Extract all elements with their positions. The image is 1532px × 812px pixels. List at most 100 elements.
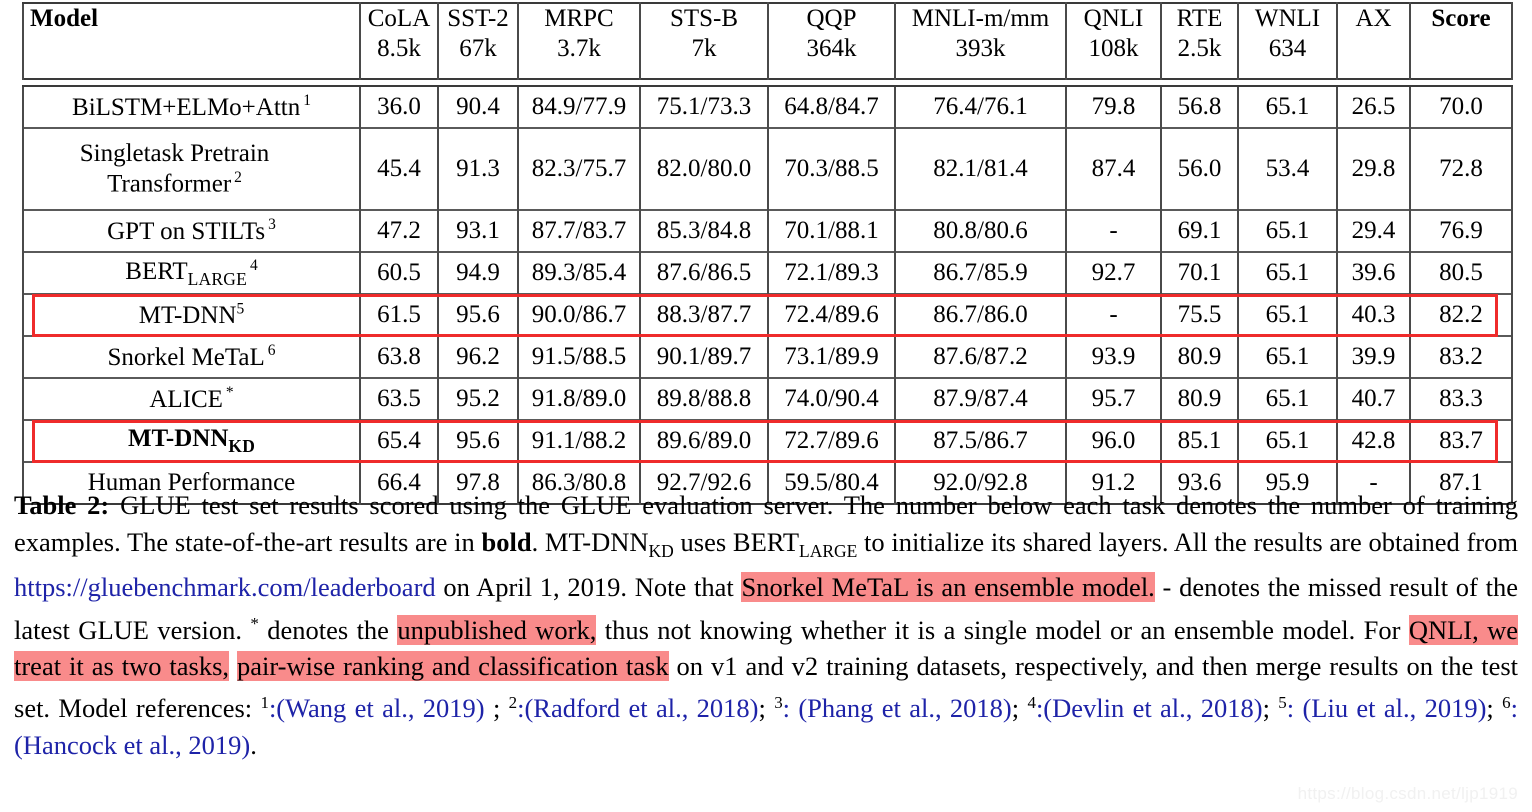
cell-qqp: 70.3/88.5 [767,129,896,210]
cell-ax: 26.5 [1336,86,1411,128]
column-header-size: 7k [691,35,717,62]
cell-ax: 42.8 [1336,421,1411,462]
cell-score: 72.8 [1409,129,1513,210]
column-header-mrpc: MRPC 3.7k [517,2,641,79]
cell-score: 82.2 [1409,295,1513,336]
column-header-ax: AX [1336,2,1411,79]
column-header-score: Score [1409,2,1513,79]
column-header-name: AX [1355,5,1392,32]
caption-text-7: denotes the [258,614,398,645]
glue-results-table: Model CoLA 8.5k SST-2 67k MRPC 3.7k STS-B 7k QQP 3… [22,2,1513,506]
caption-highlight-unpublished: unpublished work, [397,614,597,645]
caption-sep3: ; [1011,693,1028,724]
column-header-size: 393k [955,35,1006,62]
table-rule [23,78,1512,87]
cell-mnli-m-mm: 80.8/80.6 [894,211,1067,252]
column-header-size: 364k [806,35,857,62]
column-header-name: Model [30,5,99,32]
cell-sts-b: 89.6/89.0 [639,421,769,462]
caption-highlight-pairwise: pair-wise ranking and classification tas… [237,651,669,682]
table-row: GPT on STILTs 3 47.2 93.1 87.7/83.7 85.3/84.8… [22,211,1513,252]
cell-score: 83.2 [1409,337,1513,378]
cell-sts-b: 87.6/86.5 [639,253,769,294]
column-header-sts-b: STS-B 7k [639,2,769,79]
model-name-cell: Singletask Pretrain Transformer 2 [22,129,361,210]
table-rule-cell [23,78,1512,87]
cell-qqp: 72.4/89.6 [767,295,896,336]
cell-sst-2: 95.6 [437,295,519,336]
column-header-name: Score [1431,5,1491,32]
model-name-cell: ALICE * [22,379,361,420]
cell-score: 70.0 [1409,86,1513,128]
table-row: BERTLARGE4 60.5 94.9 89.3/85.4 87.6/86.5 72.1… [22,253,1513,294]
cell-qnli: 95.7 [1065,379,1162,420]
caption-star-marker: * [250,613,259,633]
gluebenchmark-link[interactable]: https://gluebenchmark.com/leaderboard [14,572,436,602]
model-name-cell: BERTLARGE4 [22,253,361,294]
cell-cola: 61.5 [359,295,439,336]
cell-sts-b: 90.1/89.7 [639,337,769,378]
cell-cola: 65.4 [359,421,439,462]
column-header-name: MNLI-m/mm [911,5,1050,32]
caption-ref5[interactable]: : (Liu et al., 2019) [1287,693,1487,723]
caption-text-5: on April 1, 2019. Note that [435,572,742,603]
cell-sst-2: 90.4 [437,86,519,128]
cell-ax: 40.7 [1336,379,1411,420]
cell-cola: 60.5 [359,253,439,294]
caption-text-3: uses BERT [673,526,800,557]
model-name: ALICE * [149,384,234,413]
cell-ax: 40.3 [1336,295,1411,336]
column-header-cola: CoLA 8.5k [359,2,439,79]
cell-mrpc: 89.3/85.4 [517,253,641,294]
cell-wnli: 65.1 [1237,421,1338,462]
table-row: Snorkel MeTaL 6 63.8 96.2 91.5/88.5 90.1/89.7… [22,337,1513,378]
header-row: Model CoLA 8.5k SST-2 67k MRPC 3.7k STS-B 7k QQP 3… [22,2,1513,79]
cell-mrpc: 91.1/88.2 [517,421,641,462]
column-header-name: QNLI [1083,5,1144,32]
cell-mrpc: 84.9/77.9 [517,86,641,128]
cell-ax: 29.4 [1336,211,1411,252]
column-header-name: RTE [1176,5,1223,32]
cell-mnli-m-mm: 86.7/86.0 [894,295,1067,336]
cell-qqp: 74.0/90.4 [767,379,896,420]
caption-label: Table 2: [14,490,110,520]
column-header-qnli: QNLI 108k [1065,2,1162,79]
column-header-size: 634 [1268,35,1307,62]
cell-sst-2: 95.6 [437,421,519,462]
caption-sub-large: LARGE [799,540,858,561]
cell-mnli-m-mm: 87.5/86.7 [894,421,1067,462]
caption-ref3[interactable]: : (Phang et al., 2018) [783,693,1012,723]
caption-text-8: thus not knowing whether it is a single … [596,614,1409,645]
caption-sep5: ; [1486,693,1503,724]
cell-score: 83.7 [1409,421,1513,462]
caption-ref2[interactable]: :(Radford et al., 2018) [517,693,758,723]
caption-highlight-snorkel: Snorkel MeTaL is an ensemble model. [741,572,1155,603]
cell-rte: 70.1 [1160,253,1239,294]
table-row: MT-DNNKD 65.4 95.6 91.1/88.2 89.6/89.0 72.7/8… [22,421,1513,462]
cell-sst-2: 96.2 [437,337,519,378]
cell-qqp: 70.1/88.1 [767,211,896,252]
cell-ax: 39.9 [1336,337,1411,378]
model-reference-marker: * [225,384,234,402]
caption-sep1: ; [484,693,509,724]
caption-ref1[interactable]: :(Wang et al., 2019) [269,693,485,723]
column-header-wnli: WNLI 634 [1237,2,1338,79]
caption-end: . [250,729,257,760]
model-name: BERTLARGE4 [125,256,258,289]
cell-wnli: 53.4 [1237,129,1338,210]
model-reference-marker: 3 [268,216,276,234]
column-header-size: 3.7k [557,35,601,62]
model-reference-marker: 1 [303,92,311,110]
cell-wnli: 65.1 [1237,295,1338,336]
column-header-rte: RTE 2.5k [1160,2,1239,79]
cell-cola: 47.2 [359,211,439,252]
cell-score: 76.9 [1409,211,1513,252]
cell-qnli: 79.8 [1065,86,1162,128]
caption-ref4[interactable]: :(Devlin et al., 2018) [1036,693,1263,723]
column-header-sst-2: SST-2 67k [437,2,519,79]
model-name: BiLSTM+ELMo+Attn 1 [72,92,311,121]
cell-qnli: 92.7 [1065,253,1162,294]
cell-mrpc: 87.7/83.7 [517,211,641,252]
table-row: Singletask Pretrain Transformer 2 45.4 91.3 8… [22,129,1513,210]
model-name: GPT on STILTs 3 [107,216,276,245]
